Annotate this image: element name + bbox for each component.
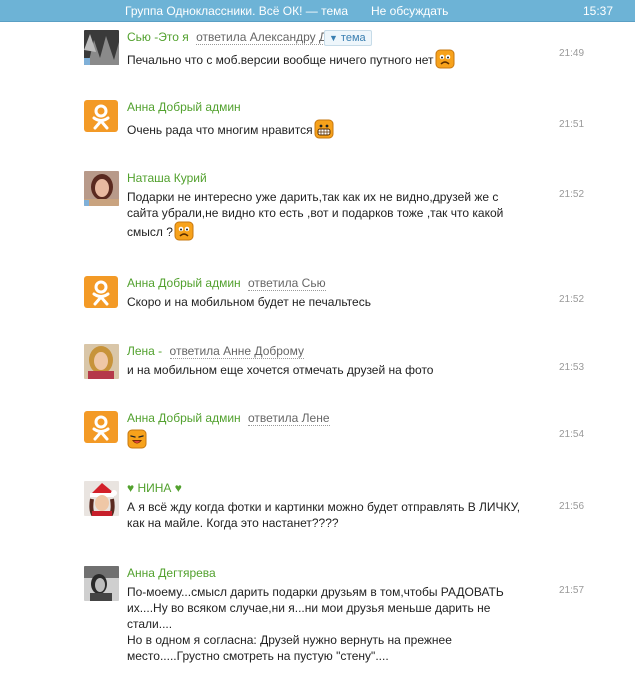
message-text-continued: Но в одном я согласна: Друзей нужно верн… xyxy=(127,633,452,663)
avatar[interactable] xyxy=(84,344,119,379)
clock: 15:37 xyxy=(583,4,614,18)
message-text: и на мобильном еще хочется отмечать друз… xyxy=(127,362,537,378)
author-name[interactable]: Наташа Курий xyxy=(127,171,207,185)
message-text-content: А я всё жду когда фотки и картинки можно… xyxy=(127,500,521,530)
avatar[interactable] xyxy=(84,566,119,601)
mute-discussion-link[interactable]: Не обсуждать xyxy=(371,4,448,18)
author-name[interactable]: Сью -Это я xyxy=(127,30,189,44)
message-time: 21:56 xyxy=(559,501,585,512)
topic-title[interactable]: Группа Одноклассники. Всё ОК! — тема xyxy=(125,4,348,18)
message-time: 21:57 xyxy=(559,585,585,596)
message-time: 21:51 xyxy=(559,119,585,130)
avatar-photo xyxy=(84,566,119,601)
message-text-content: Скоро и на мобильном будет не печальтесь xyxy=(127,295,371,309)
avatar[interactable] xyxy=(84,30,119,65)
message-text xyxy=(127,429,537,449)
reply-to-link[interactable]: ответила Анне Доброму xyxy=(169,344,304,359)
author-name[interactable]: ♥ НИНА ♥ xyxy=(127,481,182,495)
sad-smiley-icon xyxy=(435,49,455,69)
message-header: Анна Добрый админ ответила Сью xyxy=(127,276,326,291)
grin-smiley-icon xyxy=(314,119,334,139)
message-text-content: Очень рада что многим нравится xyxy=(127,123,313,137)
laugh-smiley-icon xyxy=(127,429,147,449)
avatar-photo xyxy=(84,344,119,379)
message-header: Сью -Это я ответила Александру Д xyxy=(127,30,328,45)
message-header: Анна Добрый админ xyxy=(127,100,241,114)
odnoklassniki-logo-icon xyxy=(92,415,110,441)
tema-label: тема xyxy=(340,32,366,44)
sad-smiley-icon xyxy=(174,221,194,241)
author-name[interactable]: Анна Дегтярева xyxy=(127,566,216,580)
message-text: Скоро и на мобильном будет не печальтесь xyxy=(127,294,537,310)
reply-to-link[interactable]: ответила Александру Д xyxy=(196,30,328,45)
message-text: А я всё жду когда фотки и картинки можно… xyxy=(127,499,532,531)
message-header: Лена - ответила Анне Доброму xyxy=(127,344,304,359)
author-name[interactable]: Лена - xyxy=(127,344,162,358)
reply-to-link[interactable]: ответила Сью xyxy=(248,276,326,291)
topbar: Группа Одноклассники. Всё ОК! — тема Не … xyxy=(0,0,635,22)
message-header: ♥ НИНА ♥ xyxy=(127,481,182,495)
author-name[interactable]: Анна Добрый админ xyxy=(127,276,241,290)
message-text-content: По-моему...смысл дарить подарки друзьям … xyxy=(127,585,504,631)
message-time: 21:53 xyxy=(559,362,585,373)
avatar[interactable] xyxy=(84,276,118,308)
avatar-photo xyxy=(84,30,119,65)
avatar[interactable] xyxy=(84,100,118,132)
message-time: 21:49 xyxy=(559,48,585,59)
message-text-content: Печально что с моб.версии вообще ничего … xyxy=(127,53,434,67)
tema-button[interactable]: ▼ тема xyxy=(324,30,372,46)
author-name[interactable]: Анна Добрый админ xyxy=(127,100,241,114)
message-header: Наташа Курий xyxy=(127,171,207,185)
message-time: 21:54 xyxy=(559,429,585,440)
reply-to-link[interactable]: ответила Лене xyxy=(248,411,330,426)
odnoklassniki-logo-icon xyxy=(92,104,110,130)
avatar-photo xyxy=(84,481,119,516)
message-header: Анна Добрый админ ответила Лене xyxy=(127,411,330,426)
message-text: Очень рада что многим нравится xyxy=(127,119,537,139)
message-text-content: и на мобильном еще хочется отмечать друз… xyxy=(127,363,434,377)
chevron-down-icon: ▼ xyxy=(329,33,338,43)
avatar-photo xyxy=(84,171,119,206)
avatar[interactable] xyxy=(84,411,118,443)
avatar[interactable] xyxy=(84,481,119,516)
message-text: Печально что с моб.версии вообще ничего … xyxy=(127,49,537,69)
avatar[interactable] xyxy=(84,171,119,206)
message-time: 21:52 xyxy=(559,294,585,305)
message-text: По-моему...смысл дарить подарки друзьям … xyxy=(127,584,522,664)
message-feed[interactable]: Сью -Это я ответила Александру Д Печальн… xyxy=(0,22,635,673)
message-time: 21:52 xyxy=(559,189,585,200)
odnoklassniki-logo-icon xyxy=(92,280,110,306)
message-header: Анна Дегтярева xyxy=(127,566,216,580)
message-text: Подарки не интересно уже дарить,так как … xyxy=(127,189,512,241)
author-name[interactable]: Анна Добрый админ xyxy=(127,411,241,425)
